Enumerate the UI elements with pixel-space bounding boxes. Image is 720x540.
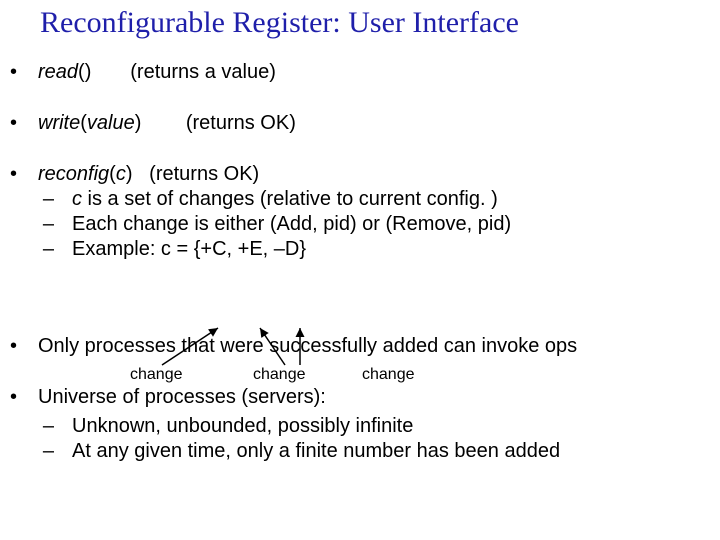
bullet-universe: • Universe of processes (servers): [0,385,720,410]
dash-icon: – [0,439,72,464]
op-arg: value [87,112,135,134]
dash-icon: – [0,187,72,212]
dash-icon: – [0,414,72,439]
universe-sub-2: – At any given time, only a finite numbe… [0,439,720,464]
op-name: read [38,61,78,83]
slide-body: • read() (returns a value) • write(value… [0,60,720,464]
bullet-reconfig: • reconfig(c) (returns OK) [0,162,720,187]
bullet-icon: • [0,162,38,187]
op-name: write [38,112,80,134]
sub-text: Unknown, unbounded, possibly infinite [72,414,720,439]
bullet-icon: • [0,111,38,136]
dash-icon: – [0,212,72,237]
bullet-icon: • [0,385,38,410]
slide-title: Reconfigurable Register: User Interface [40,6,700,40]
op-return: (returns OK) [149,163,259,185]
sub-arg: c [72,188,82,210]
reconfig-sub-3: – Example: c = {+C, +E, –D} [0,237,720,262]
reconfig-sub-1: – c is a set of changes (relative to cur… [0,187,720,212]
paren-close: ) [126,163,133,185]
op-name: reconfig [38,163,109,185]
op-return: (returns a value) [130,61,276,83]
change-label-3: change [362,366,415,384]
bullet-icon: • [0,334,38,359]
change-label-2: change [253,366,306,384]
bullet-text: Only processes that were successfully ad… [38,334,720,359]
op-parens: () [78,61,91,83]
sub-text: is a set of changes (relative to current… [82,188,498,210]
paren-close: ) [135,112,142,134]
universe-sub-1: – Unknown, unbounded, possibly infinite [0,414,720,439]
reconfig-sub-2: – Each change is either (Add, pid) or (R… [0,212,720,237]
bullet-read: • read() (returns a value) [0,60,720,85]
sub-text: At any given time, only a finite number … [72,439,720,464]
change-label-1: change [130,366,183,384]
bullet-only-processes: • Only processes that were successfully … [0,334,720,359]
dash-icon: – [0,237,72,262]
op-arg: c [116,163,126,185]
bullet-write: • write(value) (returns OK) [0,111,720,136]
sub-text: Each change is either (Add, pid) or (Rem… [72,212,720,237]
bullet-icon: • [0,60,38,85]
op-return: (returns OK) [186,112,296,134]
paren-open: ( [80,112,87,134]
paren-open: ( [109,163,116,185]
slide: Reconfigurable Register: User Interface … [0,0,720,540]
sub-text: Example: c = {+C, +E, –D} [72,237,720,262]
bullet-text: Universe of processes (servers): [38,385,720,410]
